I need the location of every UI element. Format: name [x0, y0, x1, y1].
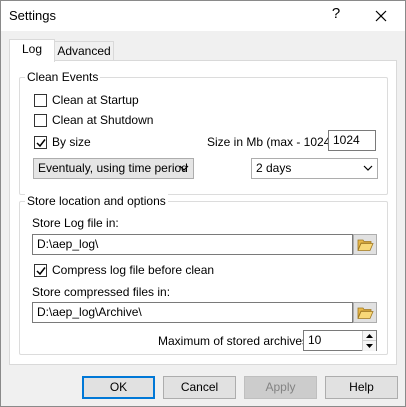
arrow-up-icon [366, 334, 373, 338]
arrow-down-icon [366, 344, 373, 348]
clean-at-startup-checkbox[interactable]: Clean at Startup [34, 93, 154, 109]
checkbox-box [34, 114, 47, 127]
chevron-down-icon [179, 165, 189, 171]
checkbox-box [34, 264, 47, 277]
clean-events-group: Clean Events Clean at Startup Clean at S… [19, 70, 388, 195]
close-icon [375, 10, 387, 22]
by-size-label: By size [52, 135, 91, 149]
compress-log-label: Compress log file before clean [52, 263, 215, 277]
cancel-button[interactable]: Cancel [163, 376, 236, 399]
spin-up-button[interactable] [362, 331, 376, 341]
size-input[interactable]: 1024 [328, 130, 376, 151]
by-size-checkbox[interactable]: By size [34, 135, 114, 151]
apply-button: Apply [244, 376, 317, 399]
log-tab-panel: Clean Events Clean at Startup Clean at S… [9, 60, 397, 365]
compressed-files-label: Store compressed files in: [32, 285, 171, 299]
tab-advanced[interactable]: Advanced [54, 41, 114, 62]
folder-open-icon [357, 239, 374, 251]
spin-down-button[interactable] [362, 341, 376, 351]
folder-open-icon [357, 307, 374, 319]
period-select-value: Eventualy, using time period [38, 161, 188, 175]
days-select-value: 2 days [256, 161, 292, 175]
compressed-path-input[interactable]: D:\aep_log\Archive\ [32, 302, 353, 323]
checkbox-box [34, 94, 47, 107]
period-select[interactable]: Eventualy, using time period [33, 158, 194, 179]
settings-dialog: Settings ? Advanced Log Clean Events Cle… [0, 0, 406, 407]
title-bar: Settings ? [1, 1, 405, 31]
checkmark-icon [36, 267, 46, 276]
browse-log-folder-button[interactable] [353, 234, 377, 255]
clean-at-shutdown-label: Clean at Shutdown [52, 113, 154, 127]
browse-archive-folder-button[interactable] [353, 302, 377, 323]
chevron-down-icon [363, 165, 373, 171]
max-archives-label: Maximum of stored archives: [158, 334, 312, 348]
log-file-label: Store Log file in: [32, 216, 119, 230]
help-button[interactable]: Help [325, 376, 398, 399]
days-select[interactable]: 2 days [251, 158, 378, 179]
checkmark-icon [36, 139, 46, 148]
window-title: Settings [9, 8, 56, 23]
store-location-title: Store location and options [25, 194, 168, 208]
size-label: Size in Mb (max - 1024): [207, 135, 338, 149]
compress-log-checkbox[interactable]: Compress log file before clean [34, 263, 224, 279]
help-icon[interactable]: ? [328, 5, 344, 25]
max-archives-spinner[interactable]: 10 [303, 330, 377, 351]
clean-events-title: Clean Events [25, 70, 101, 84]
log-file-path-input[interactable]: D:\aep_log\ [32, 234, 353, 255]
ok-button[interactable]: OK [82, 376, 155, 399]
max-archives-value: 10 [308, 333, 322, 347]
close-button[interactable] [367, 4, 397, 28]
store-location-group: Store location and options Store Log fil… [19, 194, 388, 355]
clean-at-startup-label: Clean at Startup [52, 93, 139, 107]
tab-log[interactable]: Log [9, 39, 55, 62]
clean-at-shutdown-checkbox[interactable]: Clean at Shutdown [34, 113, 164, 129]
checkbox-box [34, 136, 47, 149]
